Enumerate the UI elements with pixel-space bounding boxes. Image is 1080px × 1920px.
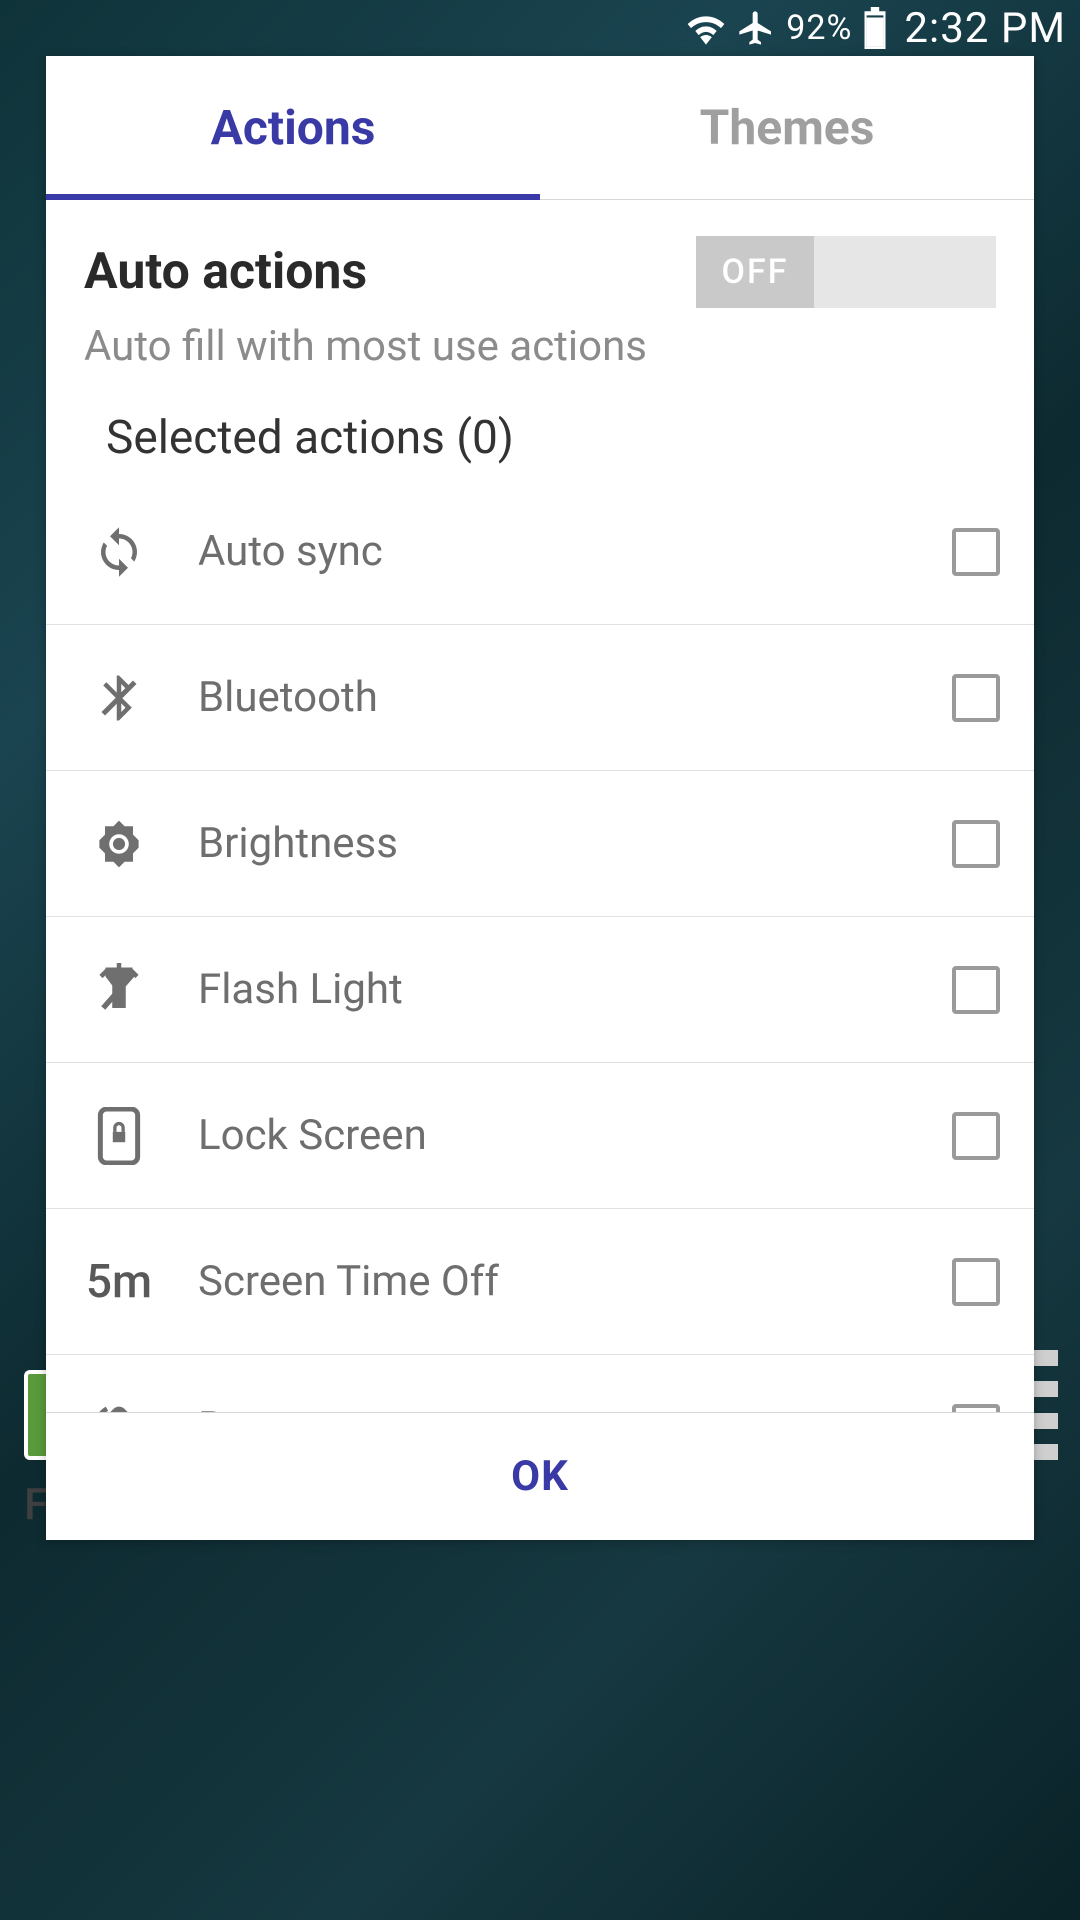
checkbox[interactable] (952, 1258, 1000, 1306)
screen-time-text-icon: 5m (64, 1255, 174, 1309)
lock-screen-icon (64, 1107, 174, 1165)
tab-actions-label: Actions (211, 99, 376, 156)
list-item-label: Brightness (174, 819, 952, 868)
list-item-auto-sync[interactable]: Auto sync (46, 479, 1034, 625)
tab-themes[interactable]: Themes (540, 56, 1034, 199)
toggle-label: OFF (722, 252, 789, 292)
actions-list: Auto sync Bluetooth Brightness Flash Lig… (46, 479, 1034, 1412)
bluetooth-icon (64, 671, 174, 725)
checkbox[interactable] (952, 528, 1000, 576)
rotate-icon (64, 1399, 174, 1413)
tab-actions[interactable]: Actions (46, 56, 540, 199)
status-bar: 92% 2:32 PM (0, 0, 1080, 56)
list-item-label: Lock Screen (174, 1111, 952, 1160)
list-item-lock-screen[interactable]: Lock Screen (46, 1063, 1034, 1209)
auto-actions-section: Auto actions OFF Auto fill with most use… (46, 200, 1034, 465)
dialog-footer: OK (46, 1412, 1034, 1540)
list-item-screen-time-off[interactable]: 5m Screen Time Off (46, 1209, 1034, 1355)
list-item-brightness[interactable]: Brightness (46, 771, 1034, 917)
checkbox[interactable] (952, 820, 1000, 868)
tab-bar: Actions Themes (46, 56, 1034, 200)
list-item-label: Rotate (174, 1403, 952, 1412)
brightness-icon (64, 816, 174, 872)
airplane-icon (736, 8, 776, 48)
flashlight-icon (64, 963, 174, 1017)
checkbox[interactable] (952, 966, 1000, 1014)
list-item-label: Bluetooth (174, 673, 952, 722)
auto-actions-title: Auto actions (84, 243, 367, 301)
list-item-label: Flash Light (174, 965, 952, 1014)
dialog: Actions Themes Auto actions OFF Auto fil… (46, 56, 1034, 1540)
ok-label: OK (511, 1452, 569, 1501)
background-letter: F (24, 1478, 48, 1530)
clock: 2:32 PM (904, 4, 1066, 53)
sync-icon (64, 525, 174, 579)
list-item-flash-light[interactable]: Flash Light (46, 917, 1034, 1063)
list-item-label: Screen Time Off (174, 1257, 952, 1306)
tab-themes-label: Themes (700, 99, 875, 156)
checkbox[interactable] (952, 1404, 1000, 1413)
list-item-rotate[interactable]: Rotate (46, 1355, 1034, 1412)
auto-actions-toggle[interactable]: OFF (696, 236, 996, 308)
checkbox[interactable] (952, 674, 1000, 722)
ok-button[interactable]: OK (511, 1452, 569, 1501)
auto-actions-subtitle: Auto fill with most use actions (84, 322, 996, 371)
battery-icon (862, 7, 888, 49)
list-item-bluetooth[interactable]: Bluetooth (46, 625, 1034, 771)
toggle-knob: OFF (696, 236, 814, 308)
background-widget-right (1032, 1350, 1058, 1460)
background-widget-left (24, 1370, 48, 1460)
wifi-icon (686, 11, 726, 45)
checkbox[interactable] (952, 1112, 1000, 1160)
selected-actions-title: Selected actions (0) (106, 411, 996, 465)
battery-percent: 92% (786, 8, 852, 48)
list-item-label: Auto sync (174, 527, 952, 576)
